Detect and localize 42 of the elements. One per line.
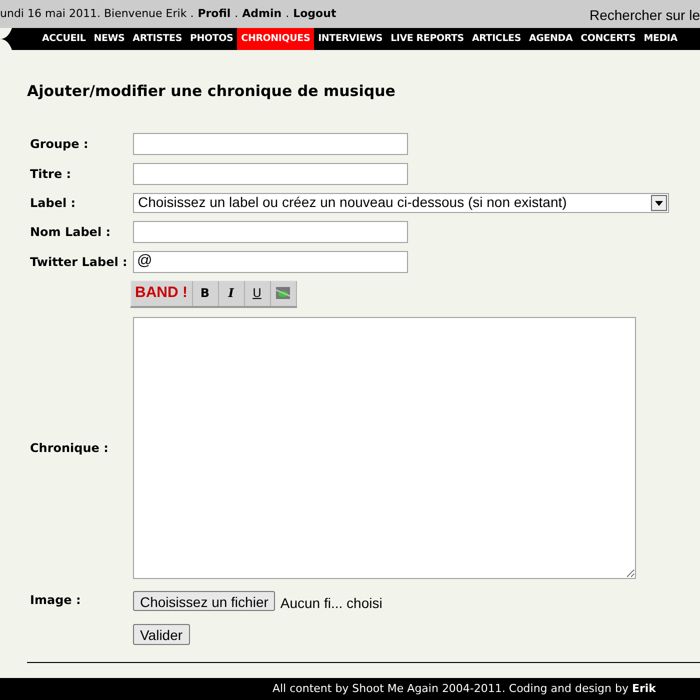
file-status-text: Aucun fi... choisi [280, 594, 382, 612]
field-label: Label : [30, 194, 77, 212]
field-label: Twitter Label : [30, 254, 128, 270]
field-label: Titre : [30, 166, 72, 182]
field-label: Groupe : [30, 136, 90, 152]
bold-button[interactable]: B [192, 280, 218, 306]
text-field[interactable] [133, 162, 408, 184]
submit-button[interactable]: Valider [133, 624, 190, 644]
text-field[interactable]: @ [133, 250, 408, 272]
nav-tab[interactable]: ACCUEIL [38, 28, 90, 50]
italic-button[interactable]: I [218, 280, 244, 306]
nav-tab[interactable]: LIVE REPORTS [386, 28, 468, 50]
nav-tab[interactable]: NEWS [90, 28, 129, 50]
separator-text: . [286, 6, 290, 22]
separator-text: . [234, 6, 238, 22]
nav-tab[interactable]: CHRONIQUES [237, 28, 314, 50]
nav-tab[interactable]: ARTISTES [128, 28, 186, 50]
header-link[interactable]: Admin [242, 6, 282, 22]
underline-button[interactable]: U [244, 280, 270, 306]
label-select[interactable]: Choisissez un label ou créez un nouveau ci-dessous (si non existant) [133, 192, 669, 212]
greeting-text: undi 16 mai 2011. Bienvenue Erik . [0, 6, 194, 22]
field-label: Nom Label : [30, 224, 112, 240]
image-icon [275, 286, 291, 300]
nav-tab[interactable]: CONCERTS [576, 28, 640, 50]
choose-file-button[interactable]: Choisissez un fichier [133, 591, 276, 611]
header-link[interactable]: Profil [198, 6, 231, 22]
caret-icon [651, 194, 667, 210]
search-text: Rechercher sur le [590, 6, 700, 25]
nav-tab[interactable]: ARTICLES [468, 28, 525, 50]
field-label: Image : [30, 592, 82, 608]
nav-tab[interactable]: MEDIA [640, 28, 682, 50]
page-heading: Ajouter/modifier une chronique de musique [27, 81, 396, 102]
header-link[interactable]: Logout [293, 6, 336, 22]
text-field[interactable] [133, 132, 408, 154]
nav-tab[interactable]: INTERVIEWS [314, 28, 387, 50]
text-field[interactable] [133, 220, 408, 242]
band-button[interactable]: BAND ! [131, 280, 192, 306]
nav-tab[interactable]: PHOTOS [186, 28, 238, 50]
footer-text: All content by Shoot Me Again 2004-2011. Coding and design by Erik [272, 680, 656, 697]
insert-image-button[interactable] [270, 280, 296, 306]
field-label: Chronique : [30, 440, 110, 456]
nav-tab[interactable]: AGENDA [524, 28, 577, 50]
